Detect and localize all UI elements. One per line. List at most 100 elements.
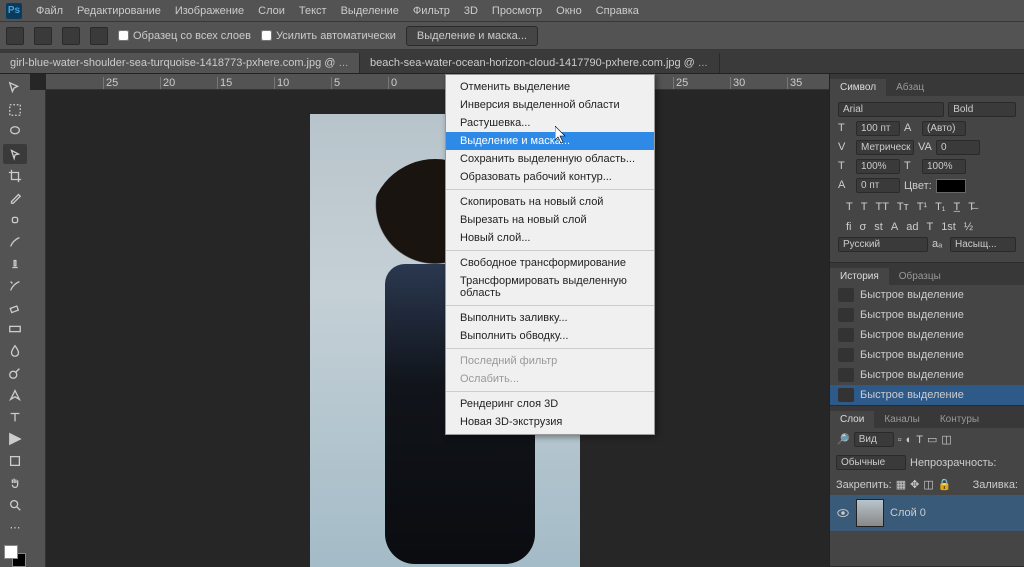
heal-tool[interactable] (3, 210, 27, 230)
contextual-icon[interactable]: σ (860, 221, 867, 233)
context-menu-item[interactable]: Рендеринг слоя 3D (446, 395, 654, 413)
current-tool-icon[interactable] (6, 27, 24, 45)
menu-3d[interactable]: 3D (464, 5, 478, 17)
quick-select-tool[interactable] (3, 144, 27, 164)
brush-tool[interactable] (3, 232, 27, 252)
shape-tool[interactable] (3, 451, 27, 471)
superscript-icon[interactable]: T¹ (917, 201, 927, 213)
baseline-input[interactable]: 0 пт (856, 178, 900, 193)
context-menu-item[interactable]: Выполнить заливку... (446, 309, 654, 327)
marquee-tool[interactable] (3, 100, 27, 120)
language-select[interactable]: Русский (838, 237, 928, 252)
menu-edit[interactable]: Редактирование (77, 5, 161, 17)
ordinal-icon[interactable]: A (891, 221, 898, 233)
context-menu-item[interactable]: Скопировать на новый слой (446, 193, 654, 211)
vscale-input[interactable]: 100% (856, 159, 900, 174)
titling-icon[interactable]: T (926, 221, 933, 233)
history-item[interactable]: Быстрое выделение (830, 325, 1024, 345)
history-item[interactable]: Быстрое выделение (830, 345, 1024, 365)
move-tool[interactable] (3, 78, 27, 98)
eraser-tool[interactable] (3, 298, 27, 318)
type-tool[interactable] (3, 407, 27, 427)
more-tools[interactable]: ⋯ (3, 517, 27, 537)
context-menu-item[interactable]: Свободное трансформирование (446, 254, 654, 272)
menu-help[interactable]: Справка (596, 5, 639, 17)
zoom-tool[interactable] (3, 495, 27, 515)
filter-smart-icon[interactable]: ◫ (941, 433, 951, 446)
layer-filter-select[interactable]: Вид (854, 432, 894, 447)
path-tool[interactable] (3, 429, 27, 449)
menu-select[interactable]: Выделение (341, 5, 399, 17)
layer-row[interactable]: Слой 0 (830, 495, 1024, 531)
filter-adj-icon[interactable]: ◐ (906, 434, 913, 446)
layer-name[interactable]: Слой 0 (890, 507, 926, 519)
font-style-select[interactable]: Bold (948, 102, 1016, 117)
lock-position-icon[interactable]: ✥ (910, 478, 919, 491)
hscale-input[interactable]: 100% (922, 159, 966, 174)
context-menu-item[interactable]: Растушевка... (446, 114, 654, 132)
crop-tool[interactable] (3, 166, 27, 186)
lock-all-icon[interactable]: 🔒 (938, 478, 952, 491)
brush-add-icon[interactable] (62, 27, 80, 45)
menu-window[interactable]: Окно (556, 5, 582, 17)
dodge-tool[interactable] (3, 363, 27, 383)
doc-tab-1[interactable]: girl-blue-water-shoulder-sea-turquoise-1… (0, 53, 360, 73)
menu-image[interactable]: Изображение (175, 5, 244, 17)
history-item[interactable]: Быстрое выделение (830, 305, 1024, 325)
lock-pixels-icon[interactable]: ▦ (896, 478, 906, 491)
context-menu-item[interactable]: Отменить выделение (446, 78, 654, 96)
stylistic-icon[interactable]: ad (906, 221, 918, 233)
tab-layers[interactable]: Слои (830, 411, 874, 428)
history-brush-tool[interactable] (3, 276, 27, 296)
context-menu-item[interactable]: Вырезать на новый слой (446, 211, 654, 229)
gradient-tool[interactable] (3, 319, 27, 339)
smallcaps-icon[interactable]: Tᴛ (897, 201, 909, 213)
context-menu-item[interactable]: Выделение и маска... (446, 132, 654, 150)
kerning-select[interactable]: Метрическ (856, 140, 914, 155)
tab-history[interactable]: История (830, 268, 889, 285)
context-menu-item[interactable]: Инверсия выделенной области (446, 96, 654, 114)
history-item[interactable]: Быстрое выделение (830, 285, 1024, 305)
hand-tool[interactable] (3, 473, 27, 493)
context-menu-item[interactable]: Новый слой... (446, 229, 654, 247)
underline-icon[interactable]: T̲ (954, 201, 961, 213)
blend-mode-select[interactable]: Обычные (836, 455, 906, 470)
italic-icon[interactable]: T (861, 201, 868, 213)
subscript-icon[interactable]: T₁ (935, 201, 945, 213)
ligature-icon[interactable]: fi (846, 221, 852, 233)
font-family-select[interactable]: Arial (838, 102, 944, 117)
menu-filter[interactable]: Фильтр (413, 5, 450, 17)
lock-artboard-icon[interactable]: ◫ (923, 478, 933, 491)
menu-layers[interactable]: Слои (258, 5, 285, 17)
sample-all-layers-checkbox[interactable]: Образец со всех слоев (118, 30, 251, 42)
filter-shape-icon[interactable]: ▭ (927, 433, 937, 446)
context-menu-item[interactable]: Новая 3D-экструзия (446, 413, 654, 431)
context-menu-item[interactable]: Сохранить выделенную область... (446, 150, 654, 168)
color-swatches[interactable] (4, 545, 26, 567)
lasso-tool[interactable] (3, 122, 27, 142)
tab-paragraph[interactable]: Абзац (886, 79, 934, 96)
text-color-swatch[interactable] (936, 179, 966, 193)
tab-character[interactable]: Символ (830, 79, 886, 96)
fraction-icon[interactable]: 1st (941, 221, 956, 233)
auto-enhance-checkbox[interactable]: Усилить автоматически (261, 30, 396, 42)
tab-channels[interactable]: Каналы (874, 411, 930, 428)
canvas[interactable]: 252015105051015202530354045505560657075 … (30, 74, 829, 567)
context-menu-item[interactable]: Образовать рабочий контур... (446, 168, 654, 186)
brush-sub-icon[interactable] (90, 27, 108, 45)
stamp-tool[interactable] (3, 254, 27, 274)
tab-swatches[interactable]: Образцы (889, 268, 951, 285)
eyedropper-tool[interactable] (3, 188, 27, 208)
menu-text[interactable]: Текст (299, 5, 327, 17)
context-menu-item[interactable]: Выполнить обводку... (446, 327, 654, 345)
pen-tool[interactable] (3, 385, 27, 405)
swash-icon[interactable]: st (874, 221, 883, 233)
filter-type-icon[interactable]: T (916, 434, 923, 446)
antialias-select[interactable]: Насыщ... (950, 237, 1016, 252)
menu-view[interactable]: Просмотр (492, 5, 542, 17)
brush-size-icon[interactable] (34, 27, 52, 45)
tracking-input[interactable]: 0 (936, 140, 980, 155)
filter-image-icon[interactable]: ▫ (898, 434, 902, 446)
font-size-input[interactable]: 100 пт (856, 121, 900, 136)
tab-paths[interactable]: Контуры (930, 411, 989, 428)
